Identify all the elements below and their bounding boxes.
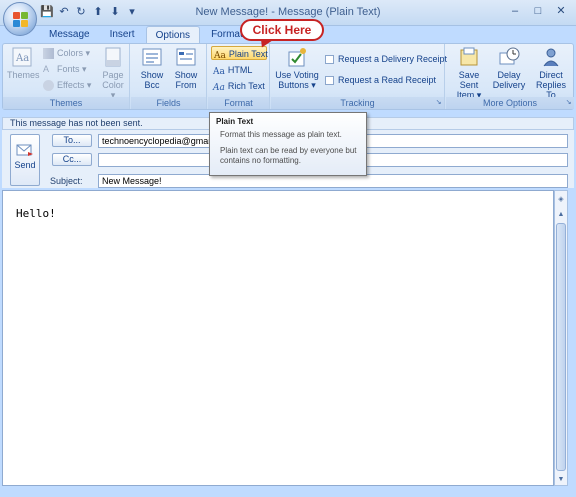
- tracking-group: Use Voting Buttons ▾ Request a Delivery …: [271, 44, 447, 109]
- themes-group: Aa Themes Colors ▾ A Fonts ▾ Effects ▾ Pa…: [3, 44, 130, 109]
- tab-options[interactable]: Options: [145, 26, 201, 44]
- scroll-top-icon[interactable]: ◈: [555, 193, 567, 206]
- scroll-up-icon[interactable]: ▲: [555, 208, 567, 221]
- more-options-group-label: More Options: [446, 97, 574, 109]
- fields-group-label: Fields: [131, 97, 206, 109]
- tracking-group-label: Tracking: [271, 97, 444, 109]
- maximize-button[interactable]: □: [527, 3, 549, 21]
- window-controls: – □ ✕: [504, 3, 572, 21]
- click-here-callout: Click Here: [240, 19, 324, 41]
- read-receipt-option[interactable]: Request a Read Receipt: [325, 73, 436, 87]
- save-sent-item-button[interactable]: Save Sent Item ▾: [450, 46, 488, 100]
- send-label: Send: [14, 160, 36, 170]
- tab-message[interactable]: Message: [40, 26, 99, 44]
- message-body-text: Hello!: [16, 207, 56, 220]
- to-button[interactable]: To...: [52, 134, 92, 147]
- delivery-receipt-option[interactable]: Request a Delivery Receipt: [325, 52, 447, 66]
- show-from-icon: [176, 48, 196, 66]
- format-group: Aa Plain Text Aa HTML Aa Rich Text Format: [208, 44, 270, 109]
- vertical-scrollbar[interactable]: ◈ ▲ ▼: [554, 190, 568, 486]
- send-icon: [16, 144, 33, 156]
- tracking-dialog-launcher-icon[interactable]: ↘: [434, 99, 443, 108]
- themes-group-label: Themes: [3, 97, 129, 109]
- effects-button[interactable]: Effects ▾: [43, 78, 91, 92]
- more-options-dialog-launcher-icon[interactable]: ↘: [564, 99, 573, 108]
- colors-icon: [43, 48, 54, 60]
- fields-group: Show Bcc Show From Fields: [131, 44, 207, 109]
- fonts-button[interactable]: A Fonts ▾: [43, 62, 87, 76]
- voting-buttons-icon: [288, 48, 306, 67]
- page-color-button[interactable]: Page Color ▾: [99, 46, 127, 100]
- plain-text-button[interactable]: Aa Plain Text: [211, 46, 268, 62]
- rich-text-button[interactable]: Aa Rich Text: [213, 79, 265, 93]
- close-button[interactable]: ✕: [550, 3, 572, 21]
- plain-text-icon: Aa: [214, 51, 226, 62]
- office-logo-icon: [13, 12, 29, 28]
- plain-text-tooltip: Plain Text Format this message as plain …: [209, 112, 367, 176]
- show-from-button[interactable]: Show From: [171, 46, 201, 90]
- message-body[interactable]: Hello!: [2, 190, 554, 486]
- show-bcc-icon: [142, 48, 162, 66]
- scroll-thumb[interactable]: [556, 223, 566, 471]
- scroll-down-icon[interactable]: ▼: [555, 473, 567, 486]
- html-icon: Aa: [213, 67, 225, 78]
- send-button[interactable]: Send: [10, 134, 40, 186]
- cc-button[interactable]: Cc...: [52, 153, 92, 166]
- tab-insert[interactable]: Insert: [101, 26, 144, 44]
- svg-text:Aa: Aa: [15, 53, 29, 64]
- page-color-icon: [105, 47, 121, 67]
- direct-replies-icon: [543, 48, 559, 67]
- html-button[interactable]: Aa HTML: [213, 63, 252, 77]
- window-title: New Message! - Message (Plain Text): [195, 6, 381, 18]
- delay-delivery-button[interactable]: Delay Delivery: [492, 46, 526, 90]
- office-button[interactable]: [3, 2, 37, 36]
- subject-label: Subject:: [50, 176, 83, 186]
- themes-label: Themes: [7, 70, 40, 80]
- ribbon: Aa Themes Colors ▾ A Fonts ▾ Effects ▾ Pa…: [2, 43, 574, 110]
- window-bottom-border: [0, 487, 576, 497]
- tooltip-line-1: Format this message as plain text.: [220, 130, 342, 139]
- direct-replies-to-button[interactable]: Direct Replies To: [532, 46, 570, 100]
- delay-delivery-icon: [499, 47, 520, 65]
- read-receipt-checkbox[interactable]: [325, 76, 334, 86]
- subject-field[interactable]: New Message!: [98, 174, 568, 188]
- save-sent-item-icon: [460, 47, 478, 66]
- use-voting-buttons-button[interactable]: Use Voting Buttons ▾: [275, 46, 319, 90]
- themes-icon: Aa: [12, 47, 32, 67]
- tooltip-title: Plain Text: [216, 117, 254, 126]
- minimize-button[interactable]: –: [504, 3, 526, 21]
- fonts-icon: A: [43, 64, 50, 75]
- format-group-label: Format: [208, 97, 269, 109]
- show-bcc-button[interactable]: Show Bcc: [137, 46, 167, 90]
- effects-icon: [43, 80, 54, 92]
- more-options-group: Save Sent Item ▾ Delay Delivery Direct R…: [446, 44, 574, 109]
- delivery-receipt-checkbox[interactable]: [325, 55, 334, 65]
- themes-button[interactable]: Aa Themes: [7, 46, 40, 80]
- rich-text-icon: Aa: [213, 83, 225, 94]
- tooltip-line-2: Plain text can be read by everyone but c…: [220, 146, 357, 165]
- colors-button[interactable]: Colors ▾: [43, 46, 90, 60]
